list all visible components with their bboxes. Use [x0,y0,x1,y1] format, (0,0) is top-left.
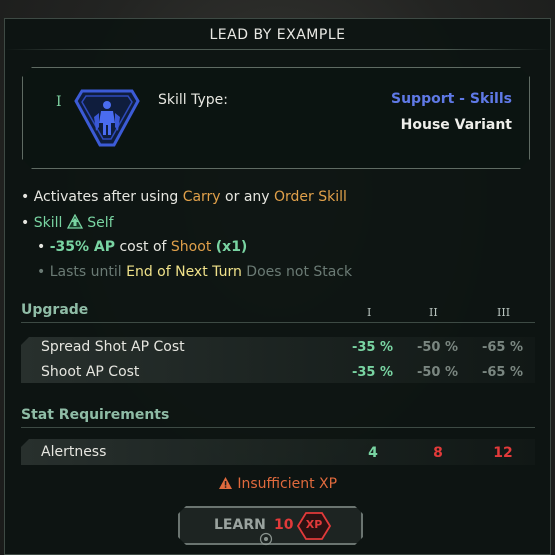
learn-label: LEARN [214,517,266,533]
upgrade-col-3: III [497,306,511,319]
keyword-self: Self [87,215,114,231]
effect-multiplier: (x1) [215,239,248,255]
keyword-order-skill: Order Skill [274,189,347,205]
upgrade-col-1: I [367,306,372,319]
skill-variant: House Variant [400,117,512,133]
up-arrow-icon [66,214,83,229]
soldier-emblem-icon [74,87,140,149]
skill-type-value: Support - Skills [391,91,512,107]
upgrade-row-label: Spread Shot AP Cost [41,339,185,355]
requirement-value-unmet: 8 [433,445,443,461]
upgrade-value: -50 % [416,365,458,380]
upgrade-value: -35 % [351,365,393,380]
learn-cost: 10 [274,517,294,533]
keyword-shoot: Shoot [170,239,212,255]
desc-line-activation: • Activates after using Carry or any Ord… [21,189,347,205]
upgrade-value: -65 % [481,365,523,380]
skill-rank: I [56,94,62,110]
gamepad-button-hint-icon [259,532,273,546]
upgrade-header: Upgrade [21,302,535,323]
requirement-value-met: 4 [368,445,378,461]
desc-line-effect: • -35% AP cost of Shoot (x1) [37,239,248,255]
skill-tooltip-panel: LEAD BY EXAMPLE I Skill Type: Support - … [4,18,551,555]
requirement-value-unmet: 12 [493,445,513,461]
upgrade-value: -35 % [351,340,393,355]
desc-line-target: • Skill Self [21,214,114,231]
duration-value: End of Next Turn [126,264,242,280]
upgrade-col-2: II [429,306,438,319]
upgrade-row-label: Shoot AP Cost [41,364,140,380]
warning-icon [218,477,232,489]
desc-line-duration: • Lasts until End of Next Turn Does not … [37,264,353,280]
keyword-skill: Skill [33,215,63,231]
upgrade-value: -65 % [481,340,523,355]
upgrade-value: -50 % [416,340,458,355]
skill-type-label: Skill Type: [158,92,228,108]
stack-note: Does not Stack [246,264,353,280]
skill-summary-box: I Skill Type: Support - Skills House Var… [22,67,530,169]
effect-amount: -35% AP [49,239,116,255]
skill-title: LEAD BY EXAMPLE [209,27,346,43]
title-divider [5,49,550,50]
keyword-carry: Carry [182,189,221,205]
stat-requirements-header: Stat Requirements [21,407,535,428]
requirement-label: Alertness [41,444,107,460]
insufficient-xp-warning: Insufficient XP [5,476,550,492]
xp-badge-label: XP [305,518,323,531]
